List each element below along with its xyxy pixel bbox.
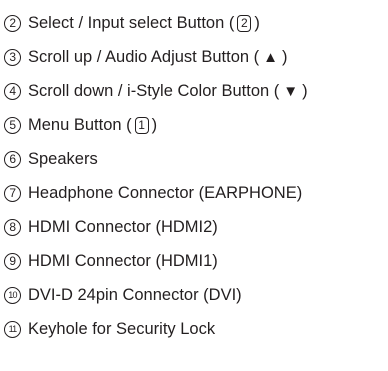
list-item: 8 HDMI Connector (HDMI2) [4,210,386,244]
list-item: 5 Menu Button ( 1 ) [4,108,386,142]
item-number: 2 [4,14,21,32]
item-label: HDMI Connector (HDMI2) [28,217,218,236]
button-key: 2 [237,14,252,32]
item-label: Speakers [28,149,98,168]
list-item: 3 Scroll up / Audio Adjust Button ( ▲ ) [4,40,386,74]
scroll-up-icon: ▲ [263,48,278,66]
item-label: Menu Button ( 1 ) [28,115,158,134]
item-number: 5 [4,116,21,134]
item-end: ) [282,47,288,66]
list-item: 9 HDMI Connector (HDMI1) [4,244,386,278]
item-number: 6 [4,150,21,168]
list-item: 2 Select / Input select Button ( 2 ) [4,6,386,40]
feature-list: 2 Select / Input select Button ( 2 ) 3 S… [4,6,386,346]
item-end: ) [151,115,158,134]
item-label: HDMI Connector (HDMI1) [28,251,218,270]
item-number: 7 [4,184,21,202]
list-item: 6 Speakers [4,142,386,176]
scroll-down-icon: ▼ [283,82,299,100]
item-label: Scroll down / i-Style Color Button ( ▼ ) [28,83,308,100]
item-number: 10 [4,286,21,304]
list-item: 7 Headphone Connector (EARPHONE) [4,176,386,210]
item-label: Headphone Connector (EARPHONE) [28,183,303,202]
item-label: Keyhole for Security Lock [28,319,216,338]
item-text: Scroll up / Audio Adjust Button ( [28,47,260,66]
item-label: Select / Input select Button ( 2 ) [28,13,260,32]
item-label: Scroll up / Audio Adjust Button ( ▲ ) [28,49,288,66]
item-number: 9 [4,252,21,270]
item-end: ) [254,13,260,32]
list-item: 4 Scroll down / i-Style Color Button ( ▼… [4,74,386,108]
list-item: 10 DVI-D 24pin Connector (DVI) [4,278,386,312]
item-text: Menu Button ( [28,115,132,134]
list-item: 11 Keyhole for Security Lock [4,312,386,346]
item-number: 8 [4,218,21,236]
button-key: 1 [134,116,149,134]
item-end: ) [302,81,308,100]
item-label: DVI-D 24pin Connector (DVI) [28,285,242,304]
item-text: Scroll down / i-Style Color Button ( [28,81,280,100]
item-text: Select / Input select Button ( [28,13,235,32]
item-number: 11 [4,320,21,338]
item-number: 3 [4,48,21,66]
item-number: 4 [4,82,21,100]
